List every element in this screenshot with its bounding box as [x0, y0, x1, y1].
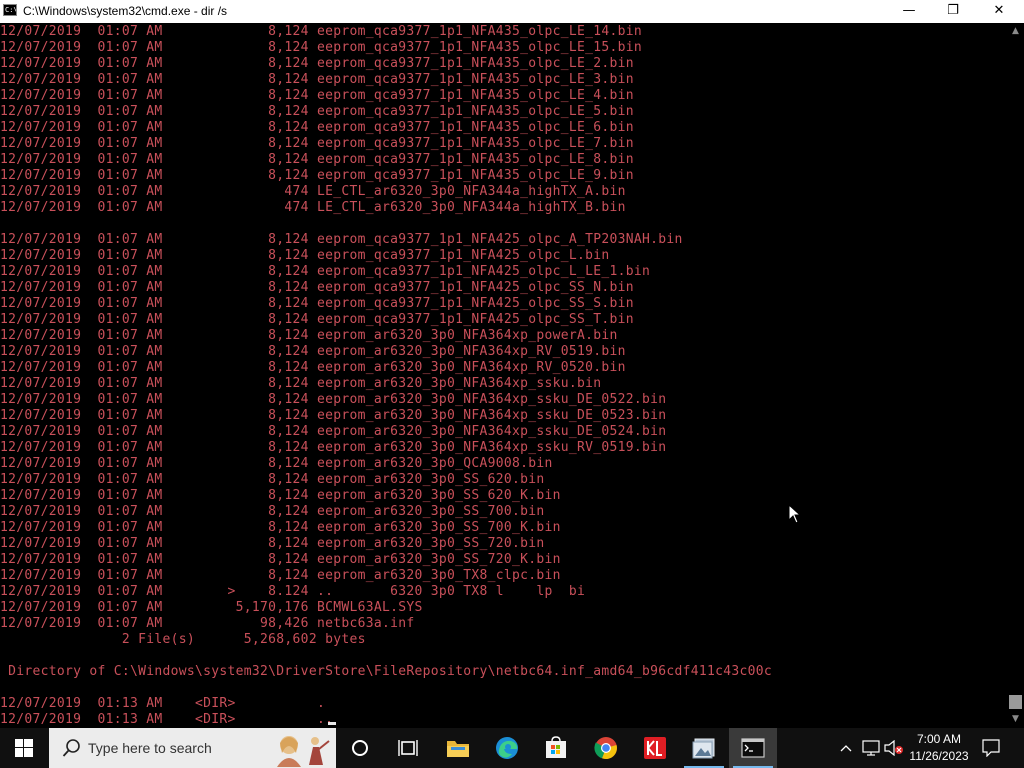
window-title-bar[interactable]: C:\ C:\Windows\system32\cmd.exe - dir /s… [0, 0, 1024, 23]
console-line: 12/07/2019 01:07 AM 8,124 eeprom_qca9377… [0, 152, 634, 167]
network-icon[interactable] [862, 740, 880, 756]
red-app-button[interactable] [631, 728, 679, 768]
console-line: 12/07/2019 01:07 AM 8,124 eeprom_ar6320_… [0, 360, 626, 375]
chrome-browser-icon [594, 737, 617, 760]
scroll-down-arrow-icon[interactable]: ▼ [1007, 711, 1024, 728]
console-line: 12/07/2019 01:07 AM 8,124 eeprom_qca9377… [0, 40, 643, 55]
console-line: 12/07/2019 01:07 AM 474 LE_CTL_ar6320_3p… [0, 184, 626, 199]
folder-icon [447, 741, 469, 757]
chevron-up-icon[interactable] [840, 744, 852, 752]
chrome-button[interactable] [582, 728, 630, 768]
console-line: 12/07/2019 01:07 AM 8,124 eeprom_qca9377… [0, 264, 651, 279]
cortana-button[interactable] [336, 728, 384, 768]
console-line: 2 File(s) 5,268,602 bytes [0, 632, 366, 647]
console-line: 12/07/2019 01:07 AM 98,426 netbc63a.inf [0, 616, 415, 631]
command-prompt-icon [741, 738, 765, 758]
console-line: 12/07/2019 01:07 AM 8,124 eeprom_qca9377… [0, 136, 634, 151]
close-button[interactable]: ✕ [976, 0, 1022, 23]
clock-date: 11/26/2023 [909, 749, 969, 763]
console-line: 12/07/2019 01:07 AM 474 LE_CTL_ar6320_3p… [0, 200, 626, 215]
microsoft-store-icon [546, 736, 566, 758]
photo-app-button[interactable] [680, 728, 728, 768]
search-icon [62, 739, 80, 757]
minimize-button[interactable]: — [886, 0, 932, 23]
console-line: 12/07/2019 01:07 AM 8,124 eeprom_ar6320_… [0, 472, 545, 487]
console-line: 12/07/2019 01:07 AM 8,124 eeprom_ar6320_… [0, 328, 618, 343]
console-line: 12/07/2019 01:07 AM 8,124 eeprom_ar6320_… [0, 440, 667, 455]
console-line: 12/07/2019 01:07 AM 5,170,176 BCMWL63AL.… [0, 600, 423, 615]
console-line: 12/07/2019 01:07 AM 8,124 eeprom_qca9377… [0, 232, 683, 247]
console-line: 12/07/2019 01:07 AM 8,124 eeprom_ar6320_… [0, 424, 667, 439]
start-button[interactable] [0, 728, 48, 768]
console-line: 12/07/2019 01:07 AM 8,124 eeprom_ar6320_… [0, 392, 667, 407]
task-view-icon [398, 740, 418, 756]
console-line: 12/07/2019 01:07 AM 8,124 eeprom_qca9377… [0, 56, 634, 71]
search-highlight-illustration-icon[interactable] [263, 731, 333, 767]
action-center-button[interactable] [980, 728, 1010, 768]
console-line: 12/07/2019 01:07 AM 8,124 eeprom_ar6320_… [0, 520, 561, 535]
console-line: 12/07/2019 01:07 AM 8,124 eeprom_ar6320_… [0, 536, 545, 551]
console-line: 12/07/2019 01:07 AM 8,124 eeprom_qca9377… [0, 168, 634, 183]
console-line: 12/07/2019 01:07 AM > 8.124 .. 6320 3p0 … [0, 584, 586, 599]
windows-logo-icon [15, 739, 33, 757]
photo-viewer-icon [692, 738, 715, 759]
console-line: 12/07/2019 01:07 AM 8,124 eeprom_ar6320_… [0, 376, 602, 391]
cortana-circle-icon [352, 740, 368, 756]
clock-time: 7:00 AM [916, 732, 962, 746]
console-line: 12/07/2019 01:07 AM 8,124 eeprom_ar6320_… [0, 408, 667, 423]
console-line: 12/07/2019 01:07 AM 8,124 eeprom_ar6320_… [0, 552, 561, 567]
console-line: 12/07/2019 01:07 AM 8,124 eeprom_ar6320_… [0, 568, 561, 583]
console-line: 12/07/2019 01:07 AM 8,124 eeprom_qca9377… [0, 296, 634, 311]
console-line: 12/07/2019 01:13 AM <DIR> .. [0, 712, 334, 727]
system-tray [836, 728, 904, 768]
console-line: 12/07/2019 01:07 AM 8,124 eeprom_qca9377… [0, 248, 610, 263]
mouse-pointer-icon [788, 503, 802, 528]
file-explorer-button[interactable] [434, 728, 482, 768]
task-view-button[interactable] [384, 728, 432, 768]
console-line: 12/07/2019 01:07 AM 8,124 eeprom_qca9377… [0, 120, 634, 135]
console-line: 12/07/2019 01:07 AM 8,124 eeprom_ar6320_… [0, 504, 545, 519]
taskbar-clock[interactable]: 7:00 AM 11/26/2023 [902, 731, 976, 765]
search-placeholder: Type here to search [88, 740, 212, 756]
console-line: 12/07/2019 01:07 AM 8,124 eeprom_qca9377… [0, 88, 634, 103]
red-app-icon [644, 737, 666, 759]
edge-button[interactable] [483, 728, 531, 768]
window-title: C:\Windows\system32\cmd.exe - dir /s [23, 4, 228, 18]
scroll-thumb[interactable] [1009, 695, 1022, 709]
console-line: 12/07/2019 01:07 AM 8,124 eeprom_qca9377… [0, 280, 634, 295]
scroll-up-arrow-icon[interactable]: ▲ [1007, 23, 1024, 40]
taskbar-search-box[interactable]: Type here to search [49, 728, 336, 768]
console-line: 12/07/2019 01:07 AM 8,124 eeprom_ar6320_… [0, 344, 626, 359]
maximize-button[interactable]: ❐ [930, 0, 976, 23]
console-line: 12/07/2019 01:07 AM 8,124 eeprom_qca9377… [0, 72, 634, 87]
console-line: 12/07/2019 01:07 AM 8,124 eeprom_qca9377… [0, 24, 643, 39]
text-cursor [328, 722, 336, 725]
cmd-icon[interactable]: C:\ [3, 4, 17, 16]
volume-muted-icon[interactable] [884, 740, 904, 756]
edge-browser-icon [496, 737, 518, 759]
vertical-scrollbar[interactable]: ▲ ▼ [1007, 23, 1024, 728]
console-line: 12/07/2019 01:07 AM 8,124 eeprom_ar6320_… [0, 488, 561, 503]
command-prompt-taskbar-button[interactable] [729, 728, 777, 768]
store-button[interactable] [532, 728, 580, 768]
console-line: Directory of C:\Windows\system32\DriverS… [0, 664, 773, 679]
console-line: 12/07/2019 01:13 AM <DIR> . [0, 696, 326, 711]
console-line: 12/07/2019 01:07 AM 8,124 eeprom_ar6320_… [0, 456, 553, 471]
console-line: 12/07/2019 01:07 AM 8,124 eeprom_qca9377… [0, 312, 634, 327]
taskbar: Type here to search 7:00 AM 11/26/2023 [0, 728, 1024, 768]
console-lines: 12/07/2019 01:07 AM 8,124 eeprom_qca9377… [0, 24, 772, 728]
notification-icon [982, 739, 1000, 757]
console-line: 12/07/2019 01:07 AM 8,124 eeprom_qca9377… [0, 104, 634, 119]
console-output[interactable]: 12/07/2019 01:07 AM 8,124 eeprom_qca9377… [0, 23, 1007, 728]
